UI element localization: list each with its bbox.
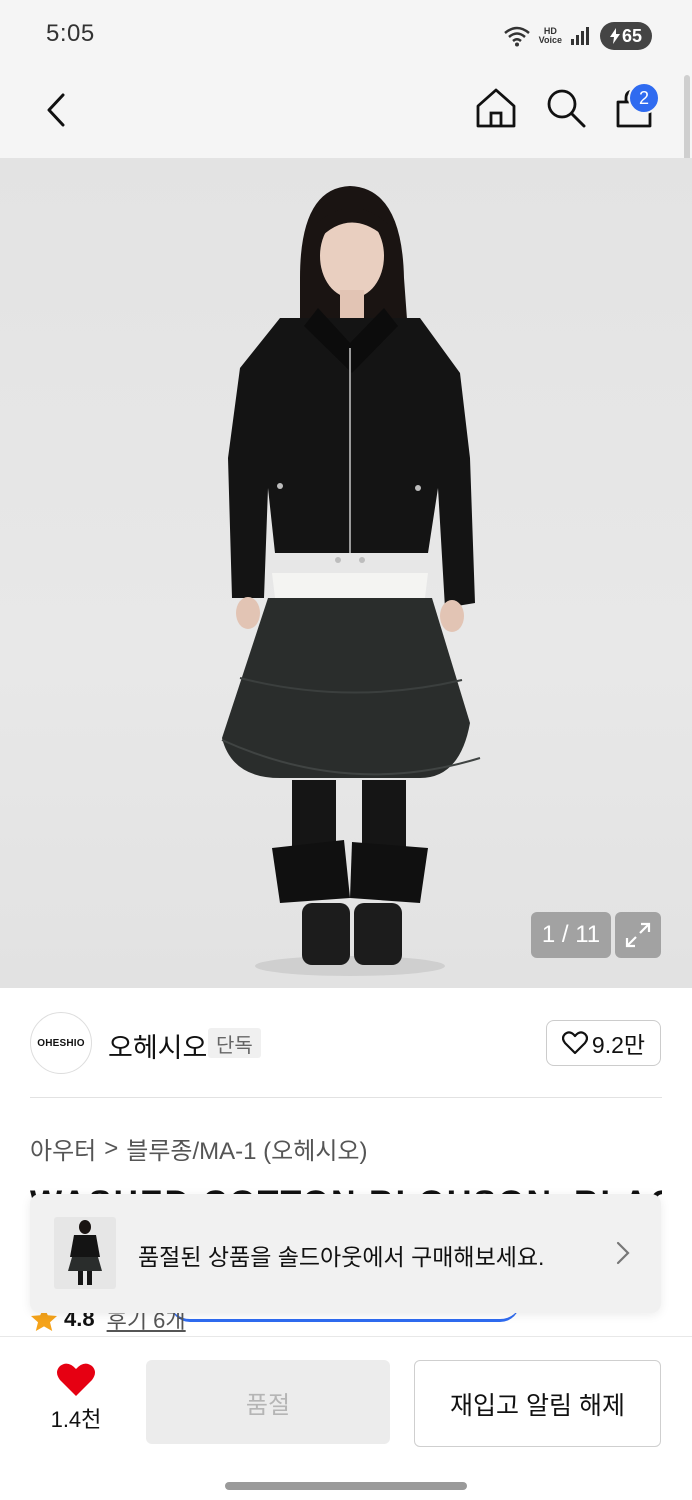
scrollbar[interactable] <box>684 75 690 165</box>
cart-count-badge: 2 <box>628 82 660 114</box>
battery-charging-icon: 65 <box>600 22 652 50</box>
restock-alert-button[interactable]: 재입고 알림 해제 <box>414 1360 661 1447</box>
search-button[interactable] <box>544 86 588 130</box>
hd-voice-icon: HD Voice <box>539 27 562 45</box>
breadcrumb-separator: > <box>104 1134 119 1162</box>
brand-like-button[interactable]: 9.2만 <box>546 1020 661 1066</box>
status-bar: 5:05 HD Voice 65 <box>0 0 692 70</box>
soldout-banner[interactable]: 품절된 상품을 솔드아웃에서 구매해보세요. <box>30 1194 661 1313</box>
home-icon <box>476 88 516 128</box>
banner-thumbnail <box>54 1217 116 1289</box>
brand-logo[interactable]: OHESHIO <box>30 1012 92 1074</box>
voice-label: Voice <box>538 35 562 45</box>
exclusive-tag: 단독 <box>208 1028 261 1058</box>
brand-name[interactable]: 오헤시오 <box>108 1026 207 1065</box>
home-button[interactable] <box>474 86 518 130</box>
soldout-button[interactable]: 품절 <box>146 1360 390 1444</box>
top-navigation <box>0 70 692 158</box>
battery-level: 65 <box>621 25 643 46</box>
expand-icon <box>625 922 651 948</box>
divider <box>30 1097 662 1098</box>
banner-text: 품절된 상품을 솔드아웃에서 구매해보세요. <box>138 1244 545 1270</box>
expand-button[interactable] <box>615 912 661 958</box>
heart-filled-icon <box>57 1363 95 1396</box>
status-time: 5:05 <box>46 20 95 47</box>
wishlist-button[interactable]: 1.4천 <box>40 1362 112 1442</box>
status-icons: HD Voice 65 <box>503 22 652 50</box>
model-photo <box>221 186 481 976</box>
heart-outline-icon <box>561 1031 588 1055</box>
back-arrow-icon <box>47 93 65 127</box>
product-image[interactable] <box>0 158 692 988</box>
breadcrumb-subcategory[interactable]: 블루종/MA-1 (오헤시오) <box>126 1131 367 1166</box>
brand-like-count: 9.2만 <box>591 1032 646 1058</box>
back-button[interactable] <box>36 88 76 132</box>
wifi-icon <box>503 26 530 47</box>
chevron-right-icon <box>616 1241 630 1265</box>
home-indicator[interactable] <box>225 1482 467 1490</box>
breadcrumb-category[interactable]: 아우터 <box>30 1131 96 1166</box>
search-icon <box>547 89 586 128</box>
wishlist-count: 1.4천 <box>50 1407 102 1432</box>
signal-icon <box>571 27 589 45</box>
image-counter: 1 / 11 <box>531 912 611 958</box>
breadcrumb: 아우터 > 블루종/MA-1 (오헤시오) <box>30 1131 368 1166</box>
